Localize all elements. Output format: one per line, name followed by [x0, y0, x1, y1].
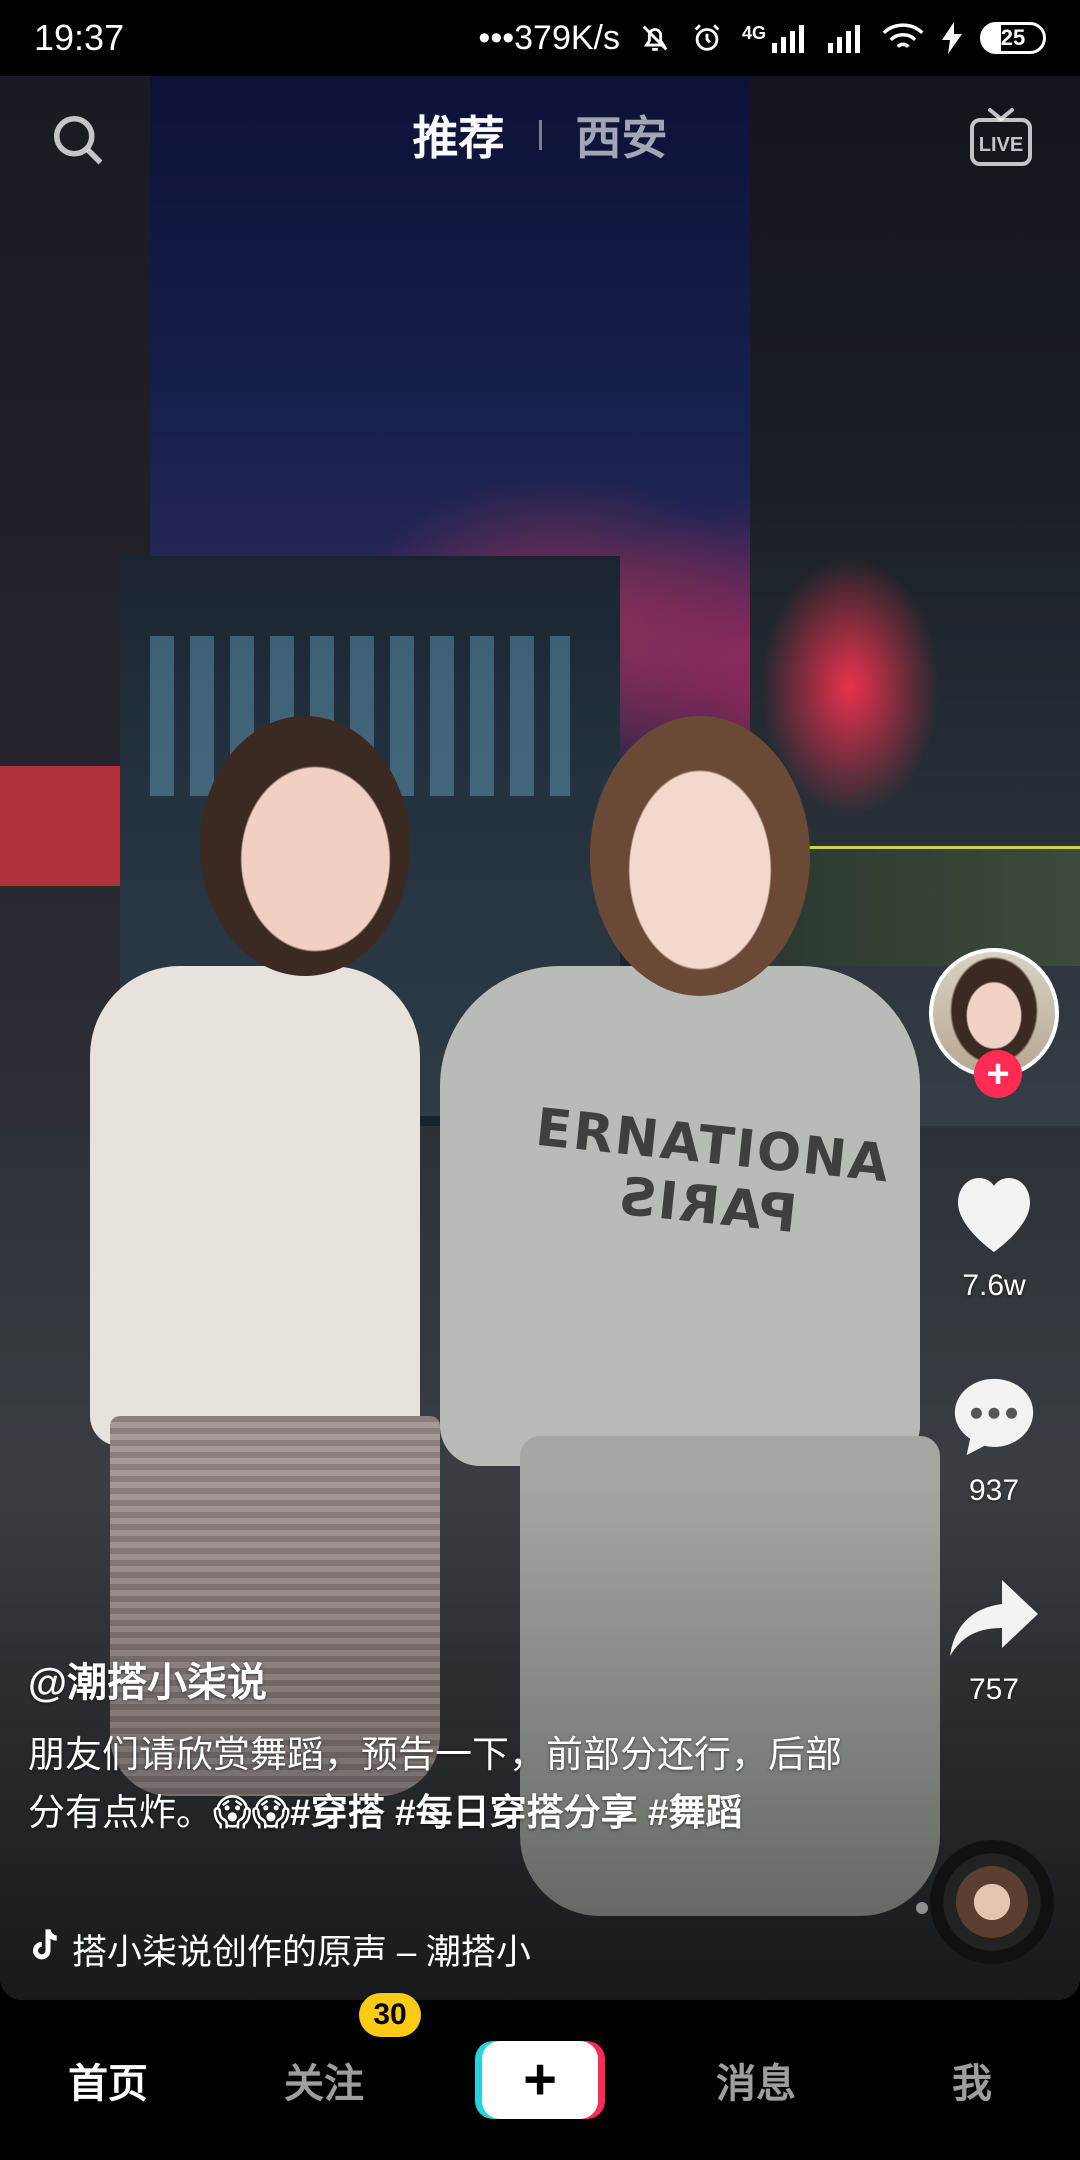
music-cover — [956, 1866, 1028, 1938]
tab-recommend[interactable]: 推荐 — [413, 102, 505, 168]
network-speed: •••379K/s — [478, 18, 620, 57]
tab-local[interactable]: 西安 — [576, 102, 668, 168]
comment-button[interactable]: 937 — [946, 1371, 1042, 1508]
hashtag-outfit[interactable]: #穿搭 — [290, 1792, 395, 1833]
share-icon — [946, 1576, 1042, 1665]
nav-messages[interactable]: 消息 — [648, 2051, 864, 2109]
battery-icon: 25 — [980, 22, 1046, 54]
creator-handle[interactable]: @潮搭小柒说 — [28, 1650, 858, 1708]
network-type: 4G — [741, 23, 766, 43]
action-rail: + 7.6w 937 757 — [924, 948, 1064, 1707]
dancer-left-head — [200, 716, 410, 976]
feed-tabs: 推荐 西安 — [0, 100, 1080, 170]
hashtag-daily-outfit[interactable]: #每日穿搭分享 — [395, 1792, 648, 1833]
signal-4g-icon: 4G — [742, 23, 808, 53]
hashtag-dance[interactable]: #舞蹈 — [648, 1792, 743, 1833]
comment-count: 937 — [968, 1474, 1020, 1507]
caption-text: 朋友们请欣赏舞蹈，预告一下，前部分还行，后部分有点炸。😱😱#穿搭 #每日穿搭分享… — [28, 1726, 858, 1842]
create-button[interactable]: + — [482, 2041, 598, 2119]
heart-icon — [945, 1168, 1043, 1261]
dancer-left — [90, 966, 420, 1446]
alarm-icon — [690, 21, 724, 55]
live-icon[interactable]: LIVE — [968, 104, 1034, 170]
wifi-icon — [882, 22, 924, 54]
music-disc[interactable] — [930, 1840, 1054, 1964]
like-count: 7.6w — [962, 1269, 1026, 1302]
live-label: LIVE — [979, 134, 1023, 156]
creator-avatar[interactable]: + — [929, 948, 1059, 1098]
charging-icon — [942, 22, 962, 54]
follow-button[interactable]: + — [974, 1050, 1022, 1098]
music-note-dot — [916, 1902, 928, 1914]
nav-me[interactable]: 我 — [864, 2051, 1080, 2109]
top-nav: 推荐 西安 LIVE — [0, 100, 1080, 190]
music-note-icon — [28, 1928, 58, 1971]
bottom-nav: 首页 关注 30 + 消息 我 — [0, 1993, 1080, 2160]
music-title: 搭小柒说创作的原声 – 潮搭小 — [72, 1933, 531, 1972]
nav-create-wrap: + — [432, 2041, 648, 2119]
music-info[interactable]: 搭小柒说创作的原声 – 潮搭小 — [28, 1924, 532, 1975]
nav-home[interactable]: 首页 — [0, 2051, 216, 2109]
status-icons: •••379K/s 4G 25 — [478, 19, 1046, 58]
mute-icon — [638, 21, 672, 55]
comment-icon — [946, 1371, 1042, 1466]
status-time: 19:37 — [34, 17, 125, 58]
like-button[interactable]: 7.6w — [945, 1168, 1043, 1303]
share-button[interactable]: 757 — [946, 1576, 1042, 1707]
tab-divider — [538, 120, 542, 150]
battery-level: 25 — [1000, 25, 1026, 50]
dancer-right-head — [590, 716, 810, 996]
status-bar: 19:37 •••379K/s 4G 25 — [0, 0, 1080, 76]
following-badge: 30 — [359, 1993, 421, 2037]
signal-icon — [826, 23, 864, 53]
video-caption: @潮搭小柒说 朋友们请欣赏舞蹈，预告一下，前部分还行，后部分有点炸。😱😱#穿搭 … — [28, 1650, 858, 1842]
nav-following-label: 关注 — [284, 2062, 364, 2106]
share-count: 757 — [968, 1673, 1020, 1706]
nav-following[interactable]: 关注 30 — [216, 1993, 432, 2109]
